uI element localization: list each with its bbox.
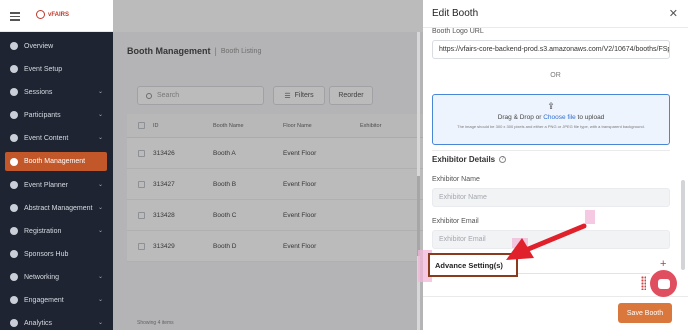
exhibitor-name-label: Exhibitor Name (432, 176, 480, 183)
red-arrow-icon (506, 223, 587, 260)
sidebar-item-event-setup[interactable]: Event Setup (0, 58, 113, 80)
sidebar-item-participants[interactable]: Participants ⌄ (0, 104, 113, 126)
or-divider: OR (550, 72, 561, 79)
chevron-down-icon: ⌄ (97, 182, 103, 188)
sessions-icon (10, 88, 18, 96)
exhibitor-name-input[interactable]: Exhibitor Name (432, 188, 670, 207)
sidebar-item-label: Abstract Management (24, 204, 93, 212)
advance-settings-label: Advance Setting(s) (435, 261, 503, 270)
logo-icon (36, 10, 45, 19)
save-booth-button[interactable]: Save Booth (618, 303, 672, 323)
drawer-scrollbar[interactable] (681, 180, 685, 270)
drawer-title: Edit Booth (432, 8, 479, 19)
chevron-down-icon: ⌄ (97, 205, 103, 211)
sidebar-item-overview[interactable]: Overview (0, 35, 113, 57)
event-setup-icon (10, 65, 18, 73)
sidebar-item-label: Event Setup (24, 65, 63, 73)
participants-icon (10, 111, 18, 119)
advance-settings-divider (518, 273, 650, 274)
drag-handle-icon[interactable] (641, 276, 646, 290)
sidebar-item-label: Networking (24, 273, 60, 281)
hamburger-icon[interactable] (10, 12, 20, 21)
upload-icon: ⇪ (547, 101, 555, 111)
sidebar-item-label: Analytics (24, 319, 53, 327)
exhibitor-details-title: Exhibitor Details? (432, 155, 507, 164)
sidebar-item-sessions[interactable]: Sessions ⌄ (0, 81, 113, 103)
sidebar-item-analytics[interactable]: Analytics ⌄ (0, 312, 113, 330)
overview-icon (10, 42, 18, 50)
section-divider (432, 150, 670, 151)
sidebar-item-label: Overview (24, 42, 54, 50)
edit-booth-drawer: Edit Booth ✕ Booth Logo URL https://vfai… (423, 0, 688, 330)
sidebar-item-label: Engagement (24, 296, 64, 304)
logo-text: vFAIRS (48, 11, 70, 18)
dropzone-text-suffix: to upload (575, 114, 605, 121)
event-content-icon (10, 134, 18, 142)
registration-icon (10, 227, 18, 235)
sidebar-item-booth-management[interactable]: Booth Management (5, 152, 107, 171)
exhibitor-details-label: Exhibitor Details (432, 155, 496, 164)
sidebar-item-sponsors-hub[interactable]: Sponsors Hub (0, 243, 113, 265)
sidebar-item-registration[interactable]: Registration ⌄ (0, 220, 113, 242)
dropzone-text-prefix: Drag & Drop or (497, 114, 544, 121)
upload-dropzone[interactable]: ⇪ Drag & Drop or Choose file to upload T… (432, 94, 670, 145)
chevron-down-icon: ⌄ (97, 274, 103, 280)
event-planner-icon (10, 181, 18, 189)
sidebar-item-abstract-management[interactable]: Abstract Management ⌄ (0, 197, 113, 219)
chevron-down-icon: ⌄ (97, 135, 103, 141)
chevron-down-icon: ⌄ (97, 112, 103, 118)
chevron-down-icon: ⌄ (97, 297, 103, 303)
booth-logo-url-input[interactable]: https://vfairs-core-backend-prod.s3.amaz… (432, 40, 670, 59)
sidebar-item-event-planner[interactable]: Event Planner ⌄ (0, 174, 113, 196)
dropzone-text: Drag & Drop or Choose file to upload (433, 114, 669, 121)
close-icon[interactable]: ✕ (669, 7, 678, 20)
engagement-icon (10, 296, 18, 304)
exhibitor-email-label: Exhibitor Email (432, 218, 479, 225)
sidebar-item-label: Sponsors Hub (24, 250, 69, 258)
sidebar-item-label: Sessions (24, 88, 53, 96)
chat-icon-glyph (657, 278, 670, 289)
chevron-down-icon: ⌄ (97, 228, 103, 234)
chat-icon[interactable] (650, 270, 677, 297)
sidebar-item-label: Event Content (24, 134, 69, 142)
sidebar-item-engagement[interactable]: Engagement ⌄ (0, 289, 113, 311)
analytics-icon (10, 319, 18, 327)
sidebar-item-event-content[interactable]: Event Content ⌄ (0, 127, 113, 149)
plus-icon[interactable]: + (660, 258, 666, 270)
sponsors-icon (10, 250, 18, 258)
drawer-header: Edit Booth ✕ (423, 0, 688, 28)
main-scrollbar-thumb[interactable] (417, 176, 420, 256)
booth-icon (10, 157, 18, 166)
choose-file-link[interactable]: Choose file (543, 114, 576, 121)
chevron-down-icon: ⌄ (97, 320, 103, 326)
sidebar-item-label: Registration (24, 227, 62, 235)
networking-icon (10, 273, 18, 281)
logo: vFAIRS (36, 10, 69, 19)
abstract-icon (10, 204, 18, 212)
sidebar-item-label: Event Planner (24, 181, 68, 189)
info-icon[interactable]: ? (499, 156, 507, 163)
sidebar-item-label: Booth Management (24, 158, 86, 165)
chevron-down-icon: ⌄ (97, 89, 103, 95)
sidebar-item-networking[interactable]: Networking ⌄ (0, 266, 113, 288)
modal-overlay[interactable] (113, 0, 423, 330)
booth-logo-url-label: Booth Logo URL (432, 28, 484, 35)
dropzone-hint: The image should be 300 x 300 pixels and… (457, 124, 645, 129)
top-bar-left: vFAIRS (0, 0, 113, 32)
sidebar-item-label: Participants (24, 111, 61, 119)
